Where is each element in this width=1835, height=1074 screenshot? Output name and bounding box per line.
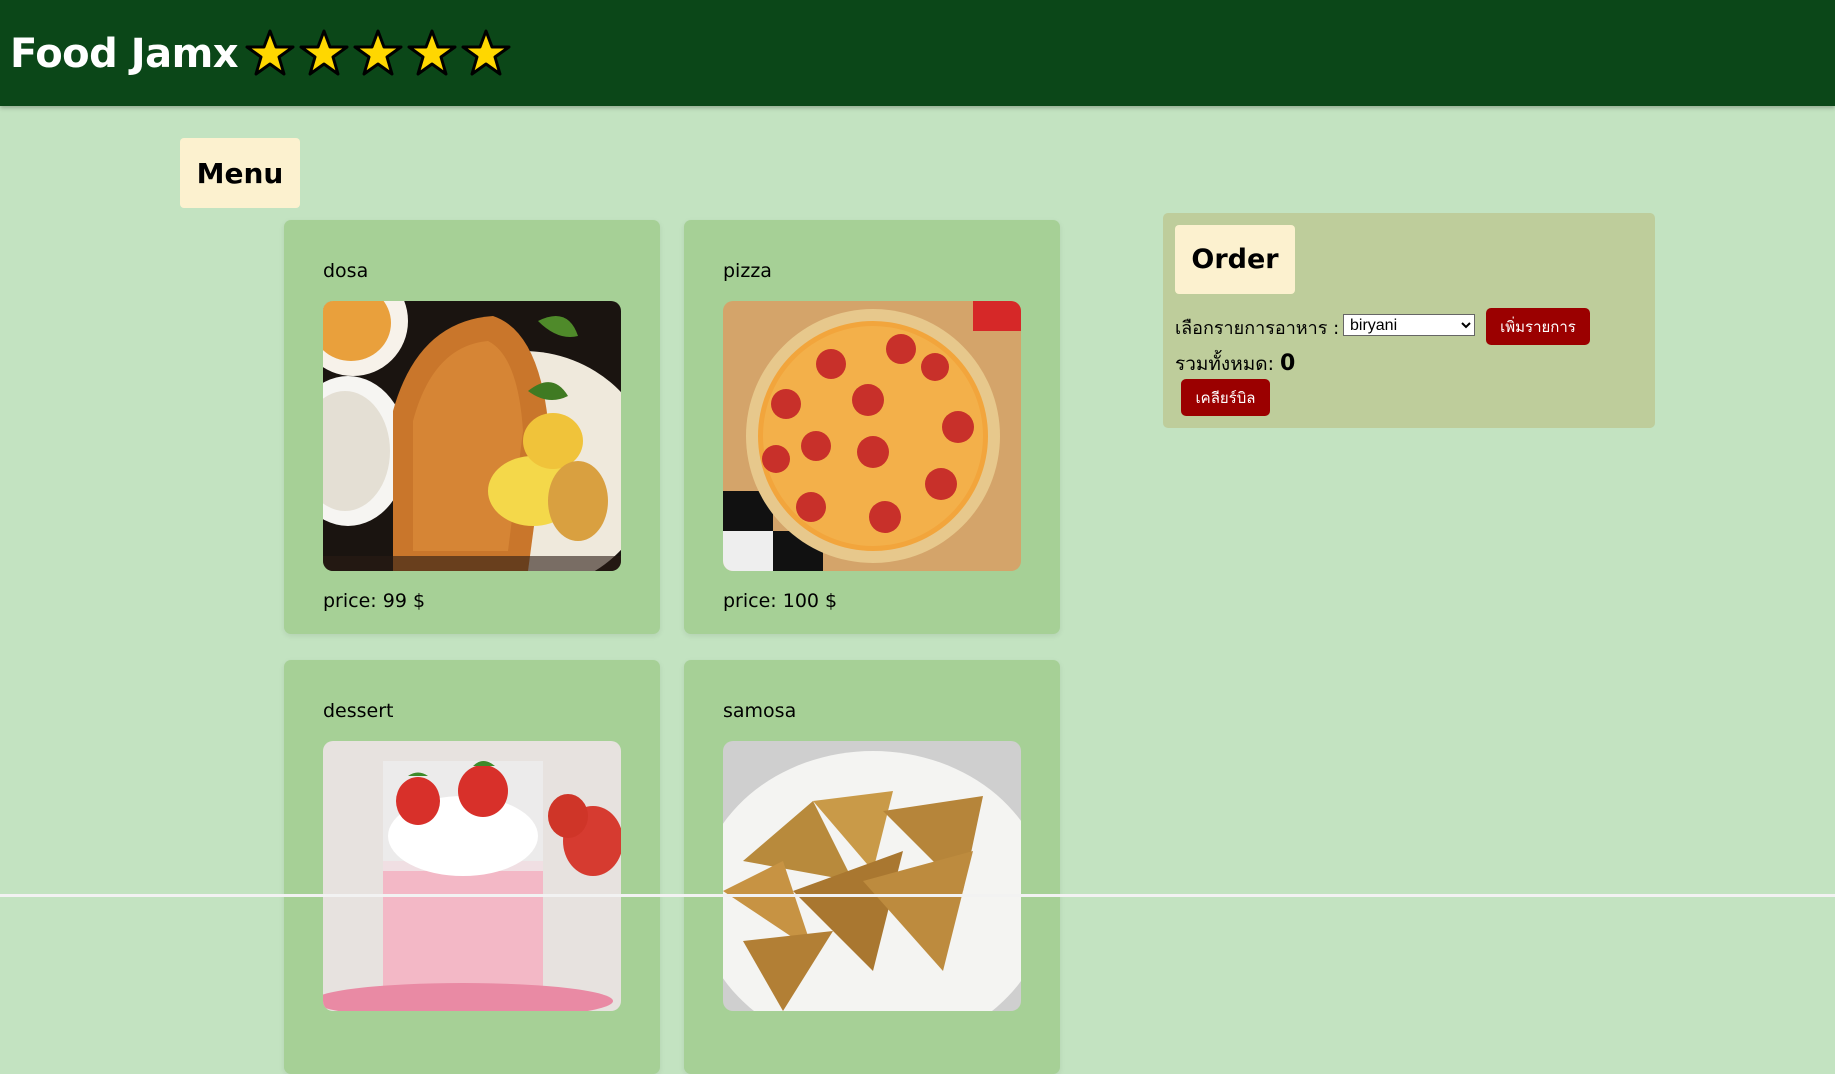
- menu-item-price: price: 99 $: [323, 590, 426, 612]
- total-value: 0: [1280, 351, 1296, 376]
- star-icon: [461, 29, 511, 76]
- menu-heading: Menu: [180, 138, 300, 208]
- food-select-label: เลือกรายการอาหาร :: [1175, 318, 1340, 339]
- menu-item-name: samosa: [723, 700, 797, 722]
- clear-bill-button[interactable]: เคลียร์บิล: [1181, 379, 1270, 416]
- top-navbar: Food Jamx: [0, 0, 1835, 106]
- dessert-photo: [323, 741, 621, 1011]
- pizza-photo: [723, 301, 1021, 571]
- menu-item-price: price: 100 $: [723, 590, 838, 612]
- food-select[interactable]: biryani: [1343, 314, 1475, 336]
- site-title[interactable]: Food Jamx: [10, 30, 239, 78]
- menu-item-name: pizza: [723, 260, 772, 282]
- menu-card-dessert[interactable]: dessert: [284, 660, 660, 1074]
- order-panel: Order เลือกรายการอาหาร : biryani เพิ่มรา…: [1163, 213, 1655, 428]
- samosa-photo: [723, 741, 1021, 1011]
- star-icon: [299, 29, 349, 76]
- star-icon: [245, 29, 295, 76]
- order-total: รวมทั้งหมด: 0: [1175, 349, 1295, 379]
- menu-card-dosa[interactable]: dosa price: 99 $: [284, 220, 660, 634]
- menu-card-pizza[interactable]: pizza price: 100 $: [684, 220, 1060, 634]
- order-heading: Order: [1175, 225, 1295, 294]
- total-label: รวมทั้งหมด:: [1175, 353, 1274, 375]
- star-icon: [407, 29, 457, 76]
- menu-item-name: dessert: [323, 700, 394, 722]
- add-item-button[interactable]: เพิ่มรายการ: [1486, 308, 1590, 345]
- star-icon: [353, 29, 403, 76]
- menu-card-samosa[interactable]: samosa: [684, 660, 1060, 1074]
- dosa-photo: [323, 301, 621, 571]
- menu-item-name: dosa: [323, 260, 369, 282]
